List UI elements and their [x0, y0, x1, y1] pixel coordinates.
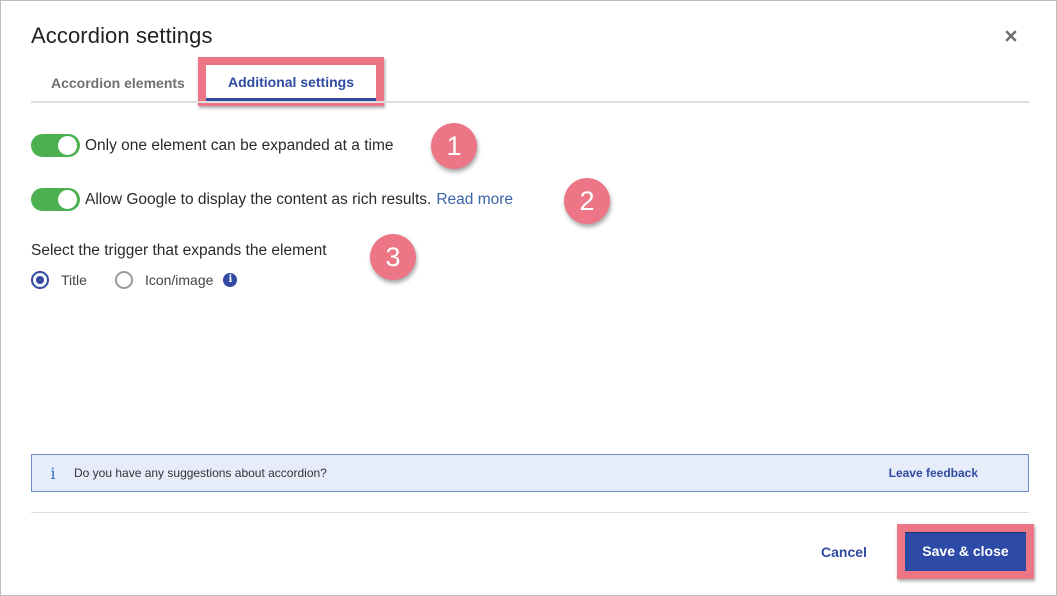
dialog-title: Accordion settings	[31, 23, 213, 48]
tab-additional-settings[interactable]: Additional settings	[206, 65, 376, 101]
radio-icon-image[interactable]	[114, 271, 133, 289]
rich-results-label: Allow Google to display the content as r…	[85, 190, 432, 208]
annotation-badge-2: 2	[564, 178, 610, 224]
single-expand-toggle[interactable]	[31, 134, 80, 157]
read-more-link[interactable]: Read more	[436, 191, 513, 209]
trigger-label: Select the trigger that expands the elem…	[31, 242, 327, 259]
annotation-badge-3: 3	[370, 234, 416, 280]
radio-title[interactable]	[31, 271, 49, 289]
feedback-text: Do you have any suggestions about accord…	[74, 466, 327, 480]
radio-dot	[36, 276, 44, 284]
annotation-badge-1: 1	[431, 123, 477, 169]
rich-results-toggle[interactable]	[31, 188, 80, 211]
close-button[interactable]	[1002, 27, 1020, 45]
single-expand-setting: Only one element can be expanded at a ti…	[31, 134, 393, 157]
info-icon: i	[50, 463, 56, 483]
save-close-button[interactable]: Save & close	[905, 532, 1026, 571]
single-expand-label: Only one element can be expanded at a ti…	[85, 136, 394, 154]
close-icon	[1005, 30, 1017, 42]
accordion-settings-dialog: Accordion settings Accordion elements Ad…	[0, 0, 1057, 596]
tabs-divider	[31, 101, 1029, 103]
info-icon[interactable]: i	[223, 273, 238, 287]
trigger-radio-group: Title Icon/image i	[31, 271, 238, 289]
toggle-knob	[58, 136, 77, 155]
tab-accordion-elements[interactable]: Accordion elements	[51, 75, 185, 91]
leave-feedback-link[interactable]: Leave feedback	[889, 466, 978, 480]
toggle-knob	[58, 190, 77, 209]
rich-results-setting: Allow Google to display the content as r…	[31, 188, 513, 211]
radio-icon-image-label[interactable]: Icon/image	[145, 272, 213, 288]
radio-title-label[interactable]: Title	[61, 272, 87, 288]
cancel-button[interactable]: Cancel	[821, 544, 867, 560]
feedback-banner: i Do you have any suggestions about acco…	[31, 454, 1029, 492]
footer-divider	[31, 512, 1029, 513]
